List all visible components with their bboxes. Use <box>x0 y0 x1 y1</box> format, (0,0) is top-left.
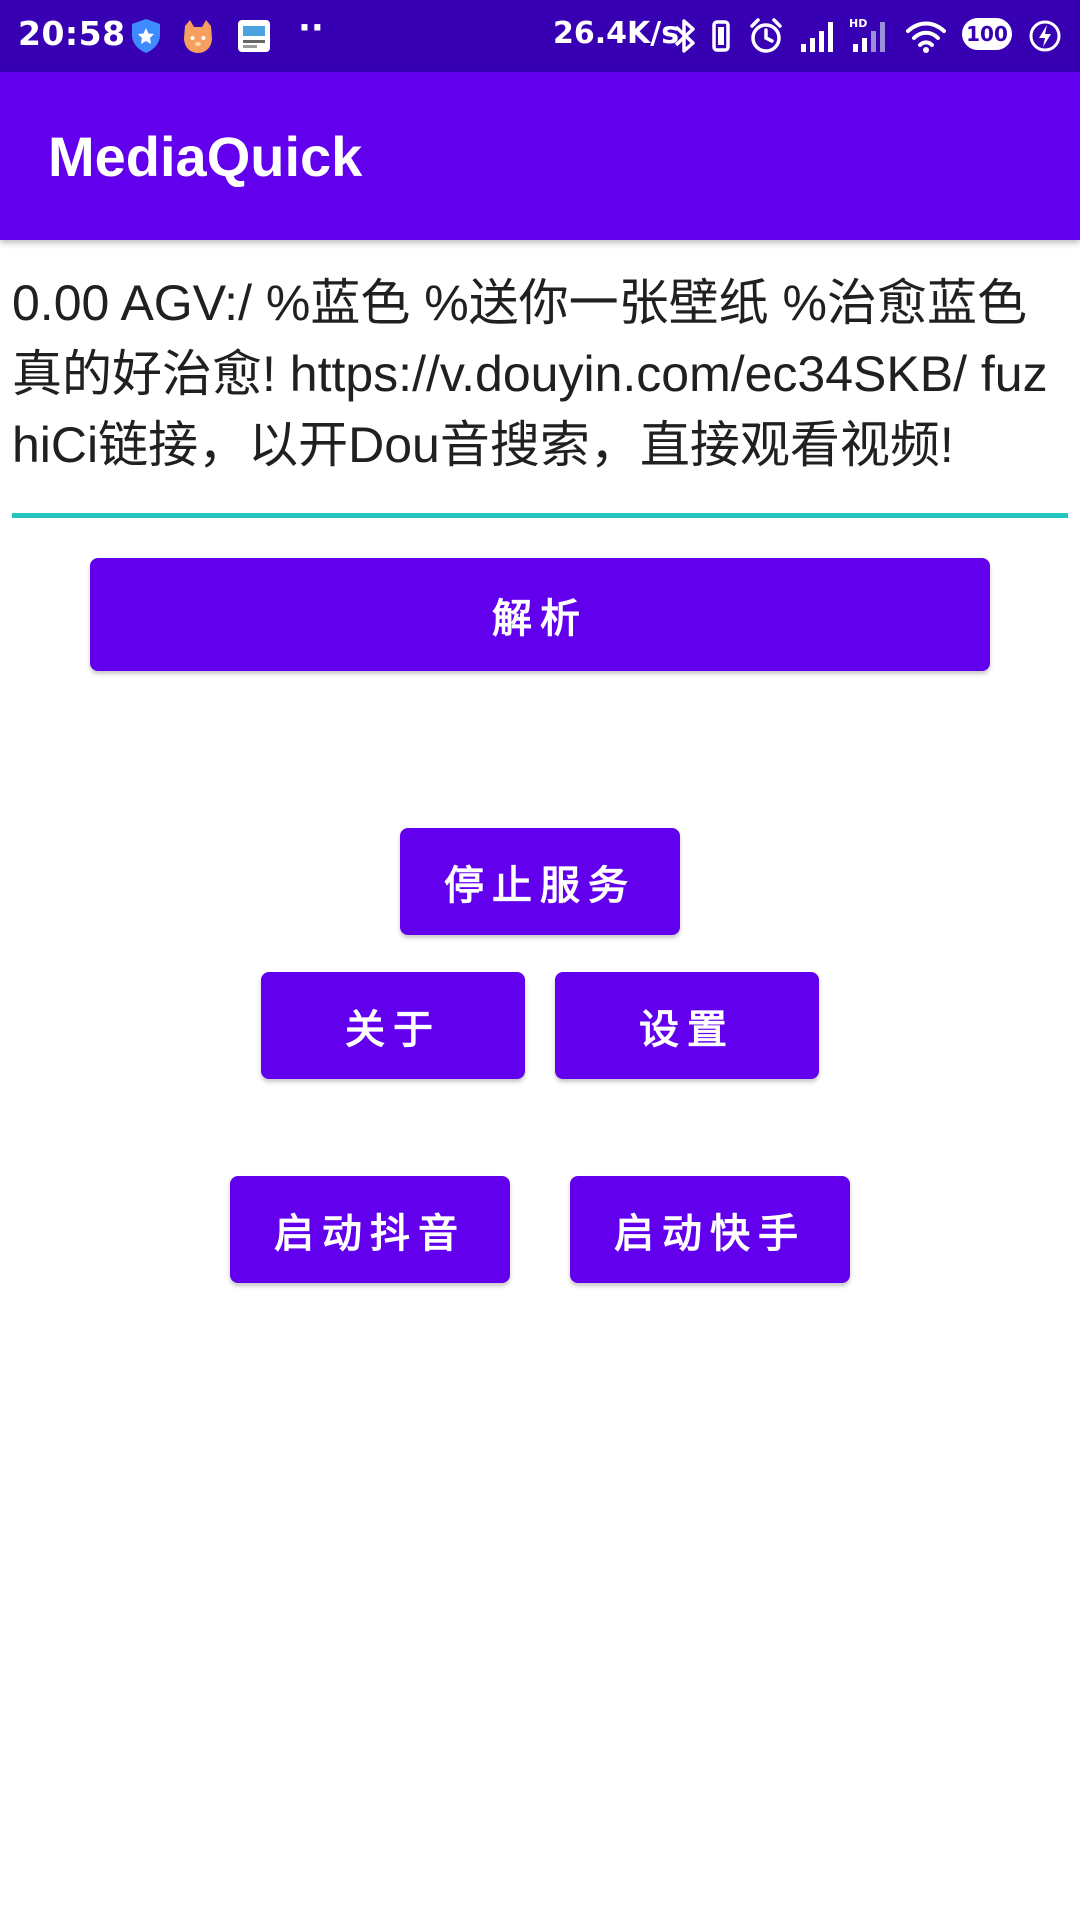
network-speed: 26.4K/s <box>553 16 680 51</box>
launch-douyin-button[interactable]: 启动抖音 <box>230 1176 510 1283</box>
svg-text:HD: HD <box>849 17 867 30</box>
charging-icon <box>1029 20 1061 52</box>
status-time: 20:58 <box>18 14 126 53</box>
signal-icon <box>801 22 833 52</box>
status-bar: 20:58 ·· 26.4K/s HD 100 <box>0 0 1080 72</box>
link-input-text[interactable]: 0.00 AGV:/ %蓝色 %送你一张壁纸 %治愈蓝色真的好治愈! https… <box>12 268 1068 481</box>
shield-app-icon <box>132 19 160 53</box>
link-input[interactable]: 0.00 AGV:/ %蓝色 %送你一张壁纸 %治愈蓝色真的好治愈! https… <box>12 268 1068 510</box>
mediaquick-app-icon <box>238 20 270 52</box>
more-notifications-indicator: ·· <box>298 8 324 48</box>
alarm-icon <box>750 18 782 53</box>
battery-icon: 100 <box>962 18 1012 50</box>
launch-kuaishou-button[interactable]: 启动快手 <box>570 1176 850 1283</box>
parse-button[interactable]: 解析 <box>90 558 990 671</box>
vibrate-icon <box>712 20 730 52</box>
app-title: MediaQuick <box>48 125 363 188</box>
app-bar: MediaQuick <box>0 72 1080 240</box>
stop-service-button[interactable]: 停止服务 <box>400 828 680 935</box>
cat-app-icon <box>184 20 212 53</box>
signal-hd-icon: HD <box>849 17 885 52</box>
wifi-icon <box>906 21 946 53</box>
settings-button[interactable]: 设置 <box>555 972 819 1079</box>
link-input-underline <box>12 513 1068 518</box>
bluetooth-icon <box>674 19 695 53</box>
about-button[interactable]: 关于 <box>261 972 525 1079</box>
battery-level: 100 <box>966 22 1008 46</box>
